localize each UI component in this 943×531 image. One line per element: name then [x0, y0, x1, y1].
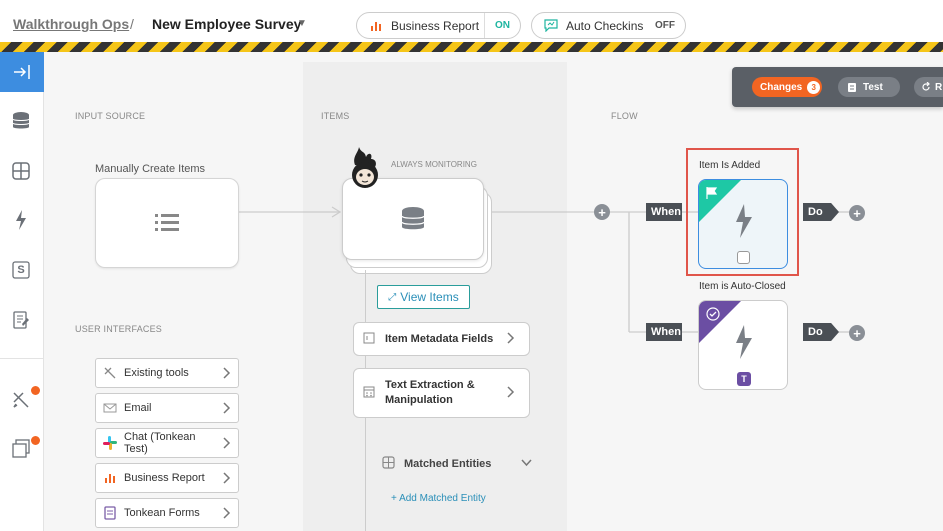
trigger-card-item-auto-closed[interactable]: T [698, 300, 788, 390]
text-extraction-label: Text Extraction & Manipulation [385, 378, 507, 408]
ui-item-email[interactable]: Email [95, 393, 239, 423]
view-items-button[interactable]: ⤢ View Items [377, 285, 470, 309]
expand-icon: ⤢ [388, 291, 397, 303]
when-tag: When [646, 323, 682, 341]
flow-title: FLOW [611, 111, 638, 121]
ui-item-tonkean-forms[interactable]: Tonkean Forms [95, 498, 239, 528]
user-interfaces-title: USER INTERFACES [75, 324, 163, 334]
add-action-plus[interactable]: + [849, 325, 865, 341]
items-card[interactable] [342, 178, 484, 260]
add-trigger-plus[interactable]: + [594, 204, 610, 220]
ui-item-chat[interactable]: Chat (Tonkean Test) [95, 428, 239, 458]
trigger-highlight-box [686, 148, 799, 276]
ui-item-label: Tonkean Forms [124, 507, 200, 519]
matched-entities-label: Matched Entities [404, 458, 492, 470]
revert-label: R [935, 81, 943, 93]
chevron-right-icon [220, 472, 234, 484]
text-extraction-line1: Text Extraction & [385, 379, 475, 391]
ui-item-existing-tools[interactable]: Existing tools [95, 358, 239, 388]
revert-button[interactable]: R [914, 77, 943, 97]
add-matched-entity-link[interactable]: + Add Matched Entity [391, 493, 486, 504]
always-monitoring-label: ALWAYS MONITORING [391, 160, 477, 169]
report-icon [102, 472, 118, 484]
slack-icon [102, 436, 118, 450]
when-tag: When [646, 203, 682, 221]
floating-toolbar: Changes 3 Test R [732, 67, 943, 107]
check-circle-icon [706, 307, 720, 321]
tonkean-badge: T [737, 372, 751, 386]
changes-label: Changes [760, 81, 803, 93]
list-icon [155, 214, 179, 231]
mascot-icon [349, 147, 381, 189]
ui-item-label: Chat (Tonkean Test) [124, 431, 196, 455]
items-title: ITEMS [321, 111, 350, 121]
refresh-icon [922, 82, 930, 91]
test-button[interactable]: Test [838, 77, 900, 97]
item-metadata-fields-button[interactable]: Item Metadata Fields [353, 322, 530, 356]
text-extraction-line2: Manipulation [385, 394, 453, 406]
ui-item-business-report[interactable]: Business Report [95, 463, 239, 493]
chevron-right-icon [507, 331, 521, 347]
form-icon [102, 506, 118, 520]
manual-items-card[interactable] [95, 178, 239, 268]
changes-button[interactable]: Changes 3 [752, 77, 822, 97]
chevron-right-icon [220, 367, 234, 379]
input-source-title: INPUT SOURCE [75, 111, 146, 121]
trigger-label: Item is Auto-Closed [699, 281, 786, 292]
field-icon [363, 332, 377, 346]
test-label: Test [863, 81, 883, 93]
chevron-right-icon [507, 385, 521, 401]
email-icon [102, 403, 118, 413]
metadata-label: Item Metadata Fields [385, 332, 494, 345]
chevron-right-icon [220, 507, 234, 519]
ui-item-label: Business Report [124, 472, 205, 484]
calculator-icon [363, 386, 377, 400]
matched-entities-toggle[interactable]: Matched Entities [382, 456, 532, 472]
ui-item-label: Existing tools [124, 367, 189, 379]
changes-count-badge: 3 [807, 80, 821, 94]
chevron-right-icon [220, 437, 234, 449]
chevron-right-icon [220, 402, 234, 414]
text-extraction-button[interactable]: Text Extraction & Manipulation [353, 368, 530, 418]
view-items-label: View Items [400, 290, 459, 304]
grid-icon [382, 456, 404, 472]
manual-items-label: Manually Create Items [95, 163, 206, 175]
cursor-icon [102, 366, 118, 380]
chevron-down-icon [521, 458, 532, 470]
add-action-plus[interactable]: + [849, 205, 865, 221]
ui-item-label: Email [124, 402, 152, 414]
clipboard-icon [848, 82, 856, 92]
database-icon [401, 207, 425, 230]
